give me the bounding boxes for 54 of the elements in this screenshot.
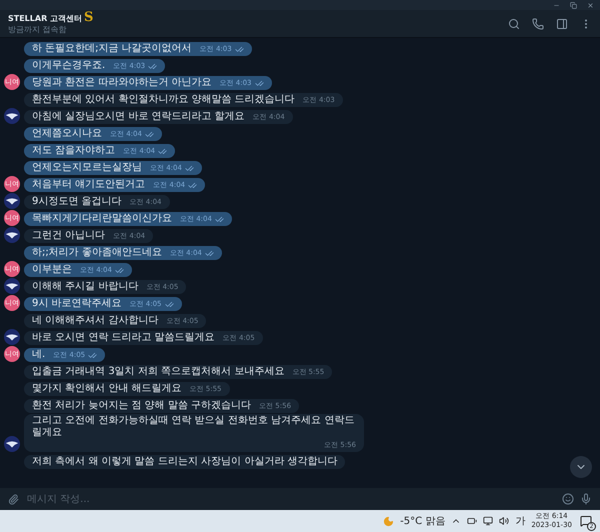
message-text: 이게무슨경우죠. bbox=[32, 60, 106, 72]
read-checkmarks-icon bbox=[214, 214, 224, 224]
attach-icon[interactable] bbox=[8, 494, 19, 504]
side-panel-icon[interactable] bbox=[556, 18, 568, 30]
message-text: 9시 바로연락주세요 bbox=[32, 298, 122, 310]
restore-icon[interactable] bbox=[570, 2, 577, 8]
message-text: 입출금 거래내역 3일치 저희 쪽으로캡처해서 보내주세요 bbox=[32, 366, 284, 378]
read-checkmarks-icon bbox=[114, 266, 124, 274]
read-checkmarks-icon bbox=[234, 44, 244, 54]
read-checkmarks-icon bbox=[184, 164, 194, 172]
emoji-icon[interactable] bbox=[562, 493, 574, 505]
read-checkmarks-icon bbox=[144, 130, 154, 138]
phone-icon[interactable] bbox=[532, 18, 544, 30]
title-logo: S bbox=[84, 13, 94, 23]
read-checkmarks-icon bbox=[188, 180, 198, 190]
scroll-down-button[interactable] bbox=[570, 456, 592, 478]
message-text: 하;;처리가 좋아좀애안드네요 bbox=[32, 247, 162, 259]
message-text: 그런건 아닙니다 bbox=[32, 230, 106, 242]
battery-icon[interactable] bbox=[467, 516, 478, 526]
message-composer[interactable]: 메시지 작성... bbox=[0, 488, 600, 510]
message-text: 환전부분에 있어서 확인절차니까요 양해말씀 드리겠습니다 bbox=[32, 94, 295, 106]
read-checkmarks-icon bbox=[204, 248, 214, 258]
weather-text[interactable]: -5°C 맑음 bbox=[400, 514, 446, 528]
message-text: 환전 처리가 늦어지는 점 양해 말씀 구하겠습니다 bbox=[32, 400, 252, 412]
message-text: 이해해 주시길 바랍니다 bbox=[32, 281, 138, 293]
message-text: 언제오는지모르는실장님 bbox=[32, 162, 142, 174]
message-text: 9시정도면 올겁니다 bbox=[32, 196, 122, 208]
message-text: 저도 잠을자야하고 bbox=[32, 145, 116, 157]
read-checkmarks-icon bbox=[88, 350, 98, 360]
message-text: 그리고 오전에 전화가능하실때 연락 받으실 전화번호 남겨주세요 연락드릴게요 bbox=[32, 415, 356, 439]
message-text: 처음부터 얘기도안된거고 bbox=[32, 179, 146, 191]
message-text: 네. bbox=[32, 349, 46, 361]
message-input[interactable]: 메시지 작성... bbox=[25, 492, 556, 506]
read-checkmarks-icon bbox=[254, 78, 264, 88]
message-text: 이부분은 bbox=[32, 264, 72, 276]
message-text: 바로 오시면 연락 드리라고 말씀드릴게요 bbox=[32, 332, 215, 344]
message-text: 아침에 실장님오시면 바로 연락드리라고 할게요 bbox=[32, 111, 245, 123]
close-icon[interactable] bbox=[587, 2, 594, 8]
message-text: 언제쯤오시나요 bbox=[32, 128, 102, 140]
microphone-icon[interactable] bbox=[580, 493, 592, 505]
search-icon[interactable] bbox=[508, 18, 520, 30]
message-text: 저희 측에서 왜 이렇게 말씀 드리는지 사장님이 아실거라 생각합니다 bbox=[32, 456, 338, 468]
last-seen-status: 방금까지 접속함 bbox=[8, 24, 68, 34]
read-checkmarks-icon bbox=[164, 300, 174, 308]
read-checkmarks-icon bbox=[158, 146, 168, 156]
read-checkmarks-icon bbox=[148, 62, 158, 70]
message-text: 몇가지 확인해서 안내 해드릴게요 bbox=[32, 383, 182, 395]
speaker-icon[interactable] bbox=[499, 516, 510, 526]
message-text: 네 이해해주셔서 감사합니다 bbox=[32, 315, 158, 327]
chat-title: STELLAR 고객센터 bbox=[8, 12, 82, 24]
message-text: 목빠지게기다리란말씀이신가요 bbox=[32, 213, 172, 225]
input-method-indicator[interactable]: 가 bbox=[515, 514, 526, 528]
message-text: 하 돈필요한데;지금 나갈곳이없어서 bbox=[32, 43, 192, 55]
message-text: 당원과 환전은 따라와야하는거 아닌가요 bbox=[32, 77, 212, 89]
